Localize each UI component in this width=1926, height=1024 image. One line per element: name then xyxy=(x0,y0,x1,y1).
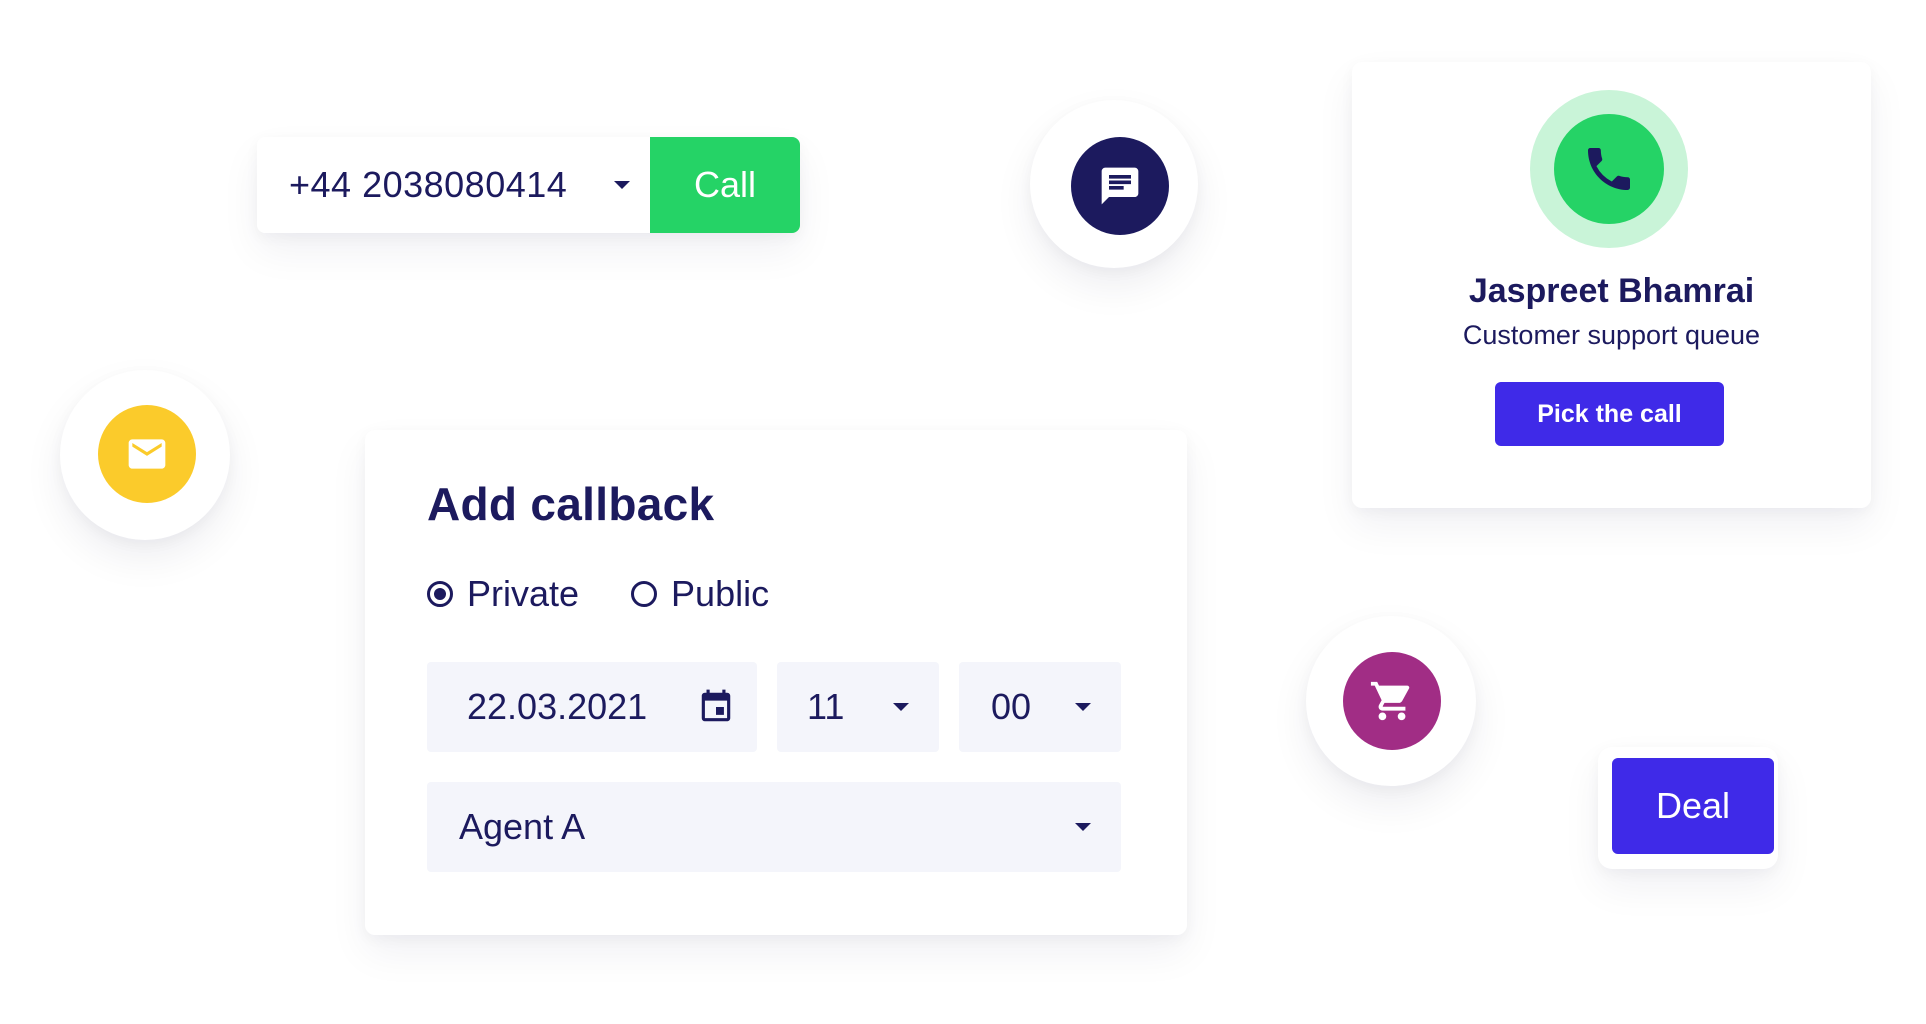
agent-select[interactable]: Agent A xyxy=(427,782,1121,872)
radio-public[interactable]: Public xyxy=(631,573,769,615)
phone-number-select[interactable]: +44 2038080414 xyxy=(289,164,614,206)
visibility-radio-group: Private Public xyxy=(427,573,769,615)
incoming-call-card: Jaspreet Bhamrai Customer support queue … xyxy=(1352,62,1871,508)
minute-select[interactable]: 00 xyxy=(959,662,1121,752)
calendar-icon[interactable] xyxy=(697,688,735,726)
caller-queue: Customer support queue xyxy=(1462,320,1761,350)
add-callback-card: Add callback Private Public 22.03.2021 1… xyxy=(365,430,1187,935)
phone-icon xyxy=(1588,148,1630,190)
radio-checked-icon xyxy=(427,581,453,607)
phone-badge xyxy=(1554,114,1664,224)
radio-public-label: Public xyxy=(671,573,770,614)
mail-button[interactable] xyxy=(98,405,196,503)
caret-down-icon xyxy=(1075,823,1091,831)
agent-value: Agent A xyxy=(459,806,586,847)
call-button[interactable]: Call xyxy=(650,137,800,233)
cart-button[interactable] xyxy=(1343,652,1441,750)
radio-private-label: Private xyxy=(467,573,580,614)
caret-down-icon xyxy=(1075,703,1091,711)
mail-icon xyxy=(128,439,166,469)
deal-button[interactable]: Deal xyxy=(1612,758,1774,854)
date-picker-field[interactable]: 22.03.2021 xyxy=(427,662,757,752)
date-value: 22.03.2021 xyxy=(467,686,648,727)
chat-button[interactable] xyxy=(1071,137,1169,235)
pick-call-button[interactable]: Pick the call xyxy=(1495,382,1724,446)
dial-bar: +44 2038080414 Call xyxy=(257,137,800,233)
hour-value: 11 xyxy=(807,686,845,727)
callback-title: Add callback xyxy=(427,478,715,530)
cart-icon xyxy=(1370,681,1410,721)
caller-name: Jaspreet Bhamrai xyxy=(1468,272,1755,310)
minute-value: 00 xyxy=(991,686,1032,727)
caret-down-icon[interactable] xyxy=(614,181,630,189)
chat-icon xyxy=(1101,167,1139,205)
caller-avatar xyxy=(1530,90,1688,248)
canvas: +44 2038080414 Call Add callback Private xyxy=(0,0,1926,1024)
radio-private[interactable]: Private xyxy=(427,573,579,615)
hour-select[interactable]: 11 xyxy=(777,662,939,752)
radio-unchecked-icon xyxy=(631,581,658,607)
caret-down-icon xyxy=(893,703,909,711)
